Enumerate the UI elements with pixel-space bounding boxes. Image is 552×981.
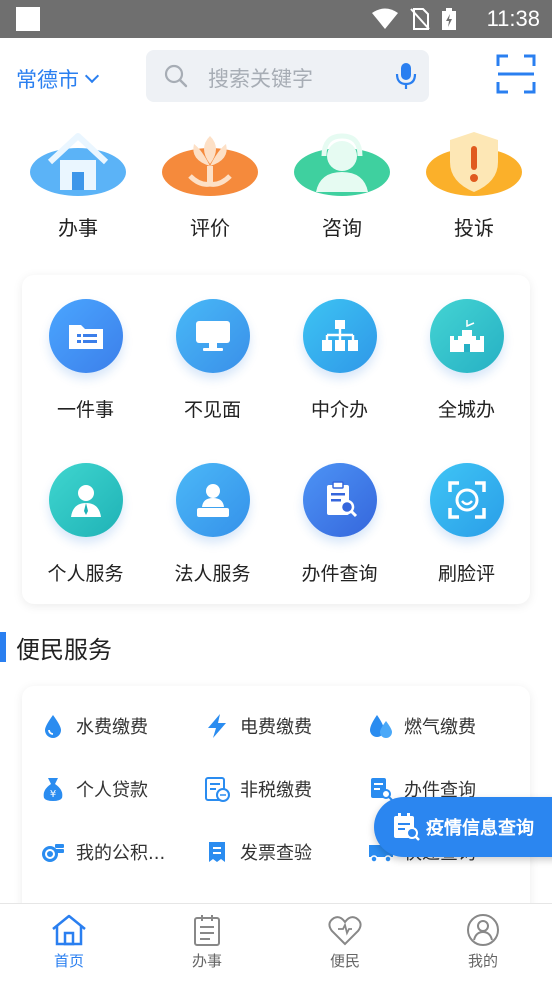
nav-mine[interactable]: 我的 [414, 904, 552, 981]
nav-label: 办事 [191, 952, 222, 970]
nav-bianmin[interactable]: 便民 [276, 904, 414, 981]
service-water-fee[interactable]: 水费缴费 [40, 694, 204, 757]
grid-item-label: 一件事 [56, 399, 114, 421]
castle-icon [429, 299, 504, 373]
action-label: 评价 [190, 216, 230, 240]
service-grid-card: 一件事 不见面 中介办 全城办 个人服务 法人服务 办件查询 刷脸评 [22, 275, 530, 604]
water-drop-icon [40, 713, 66, 739]
clipboard-icon [194, 915, 220, 946]
service-label: 燃气缴费 [404, 716, 476, 738]
service-gas-fee[interactable]: 燃气缴费 [368, 694, 532, 757]
section-accent-bar [0, 632, 6, 662]
status-bar: 11:38 [0, 0, 552, 38]
no-sim-icon [410, 8, 430, 30]
service-personal-loan[interactable]: ¥ 个人贷款 [40, 757, 204, 820]
grid-item-label: 法人服务 [174, 563, 251, 585]
grid-item-face-scan[interactable]: 刷脸评 [403, 463, 530, 627]
grid-item-yijianshi[interactable]: 一件事 [22, 299, 149, 463]
wifi-icon [372, 8, 398, 29]
nav-banshi[interactable]: 办事 [138, 904, 276, 981]
service-housing-fund[interactable]: 我的公积... [40, 820, 204, 883]
service-label: 非税缴费 [240, 779, 312, 801]
monitor-icon [175, 299, 250, 373]
action-label: 办事 [58, 216, 98, 240]
money-bag-icon: ¥ [40, 776, 66, 802]
grid-item-label: 办件查询 [301, 563, 378, 585]
scan-icon[interactable] [496, 54, 536, 94]
chevron-down-icon [84, 68, 100, 84]
flame-icon [368, 713, 394, 739]
grid-item-label: 不见面 [183, 399, 241, 421]
city-selector[interactable]: 常德市 [16, 64, 100, 94]
action-banshi[interactable]: 办事 [23, 128, 133, 248]
search-icon [164, 64, 188, 88]
house-icon [30, 133, 126, 196]
action-zixun[interactable]: 咨询 [287, 128, 397, 248]
status-time: 11:38 [486, 6, 540, 31]
search-placeholder: 搜索关键字 [208, 67, 313, 91]
search-input[interactable]: 搜索关键字 [146, 50, 429, 102]
flower-icon [162, 136, 258, 196]
service-invoice-check[interactable]: 发票查验 [204, 820, 368, 883]
service-non-tax-fee[interactable]: 非税缴费 [204, 757, 368, 820]
grid-item-bujianmian[interactable]: 不见面 [149, 299, 276, 463]
grid-item-personal-service[interactable]: 个人服务 [22, 463, 149, 627]
home-icon [52, 914, 86, 946]
grid-item-case-query[interactable]: 办件查询 [276, 463, 403, 627]
service-label: 电费缴费 [240, 716, 312, 738]
clipboard-search-icon [302, 463, 377, 537]
document-search-icon [368, 776, 394, 802]
action-label: 投诉 [454, 216, 494, 240]
epidemic-info-button[interactable]: 疫情信息查询 [374, 797, 552, 857]
service-electricity-fee[interactable]: 电费缴费 [204, 694, 368, 757]
grid-item-zhongjieban[interactable]: 中介办 [276, 299, 403, 463]
action-pingjia[interactable]: 评价 [155, 128, 265, 248]
person-desk-icon [175, 463, 250, 537]
calendar-search-icon [394, 813, 420, 841]
headset-agent-icon [294, 133, 390, 196]
epidemic-info-label: 疫情信息查询 [426, 818, 534, 839]
section-header: 便民服务 [0, 630, 112, 664]
header: 常德市 搜索关键字 [0, 38, 552, 116]
nav-label: 我的 [467, 952, 498, 970]
org-chart-icon [302, 299, 377, 373]
grid-item-label: 中介办 [310, 399, 368, 421]
action-label: 咨询 [322, 216, 362, 240]
section-title: 便民服务 [16, 635, 112, 664]
receipt-icon [204, 776, 230, 802]
grid-item-label: 个人服务 [47, 563, 124, 585]
face-scan-icon [429, 463, 504, 537]
notification-icon [16, 7, 40, 31]
folder-list-icon [48, 299, 123, 373]
grid-item-label: 刷脸评 [437, 563, 495, 585]
bottom-nav: 首页 办事 便民 我的 [0, 903, 552, 981]
lightning-icon [204, 713, 230, 739]
service-label: 水费缴费 [76, 716, 148, 738]
user-icon [467, 914, 499, 946]
warning-shield-icon [426, 132, 522, 196]
grid-item-corporate-service[interactable]: 法人服务 [149, 463, 276, 627]
grid-item-quanchengban[interactable]: 全城办 [403, 299, 530, 463]
battery-icon [442, 8, 456, 30]
nav-label: 便民 [329, 952, 360, 970]
coins-icon [40, 839, 66, 865]
service-label: 个人贷款 [76, 779, 148, 801]
microphone-icon[interactable] [395, 62, 417, 90]
top-actions: 办事 评价 咨询 投诉 [0, 128, 552, 248]
invoice-icon [204, 839, 230, 865]
status-icons [372, 8, 456, 30]
service-label: 发票查验 [240, 842, 312, 864]
city-label: 常德市 [16, 68, 79, 92]
svg-text:¥: ¥ [50, 789, 56, 800]
nav-home[interactable]: 首页 [0, 904, 138, 981]
nav-label: 首页 [53, 952, 84, 970]
action-tousu[interactable]: 投诉 [419, 128, 529, 248]
service-label: 我的公积... [76, 842, 166, 864]
person-icon [48, 463, 123, 537]
heart-icon [328, 916, 362, 946]
grid-item-label: 全城办 [437, 399, 495, 421]
